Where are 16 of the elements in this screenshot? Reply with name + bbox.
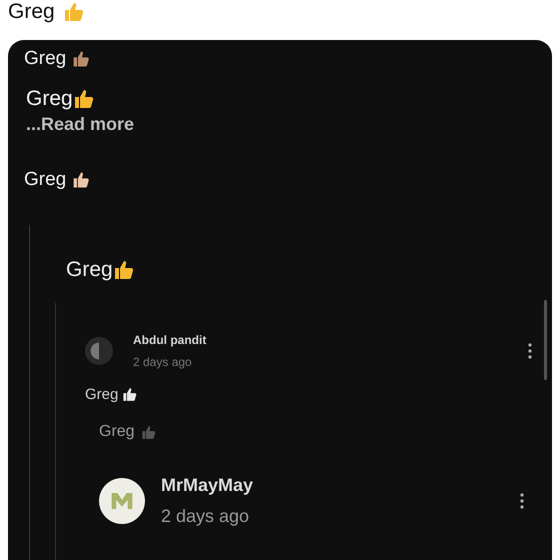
more-options-icon[interactable] xyxy=(528,343,532,359)
scrollbar[interactable] xyxy=(544,300,547,380)
more-options-icon[interactable] xyxy=(520,493,524,509)
avatar-icon[interactable] xyxy=(99,478,145,524)
comment-text: Greg xyxy=(24,169,66,191)
comment-text: Greg xyxy=(24,48,66,70)
read-more-link[interactable]: ...Read more xyxy=(26,114,134,135)
comment-text: Greg xyxy=(26,87,73,111)
comment-text: Greg xyxy=(99,423,135,441)
author-name: Abdul pandit xyxy=(133,333,206,347)
author-name: MrMayMay xyxy=(161,475,254,496)
timestamp: 2 days ago xyxy=(161,506,250,527)
comment-text: Greg xyxy=(66,258,113,282)
comment-text: Greg xyxy=(85,386,118,402)
timestamp: 2 days ago xyxy=(133,355,193,369)
post-text: Greg xyxy=(8,1,55,23)
